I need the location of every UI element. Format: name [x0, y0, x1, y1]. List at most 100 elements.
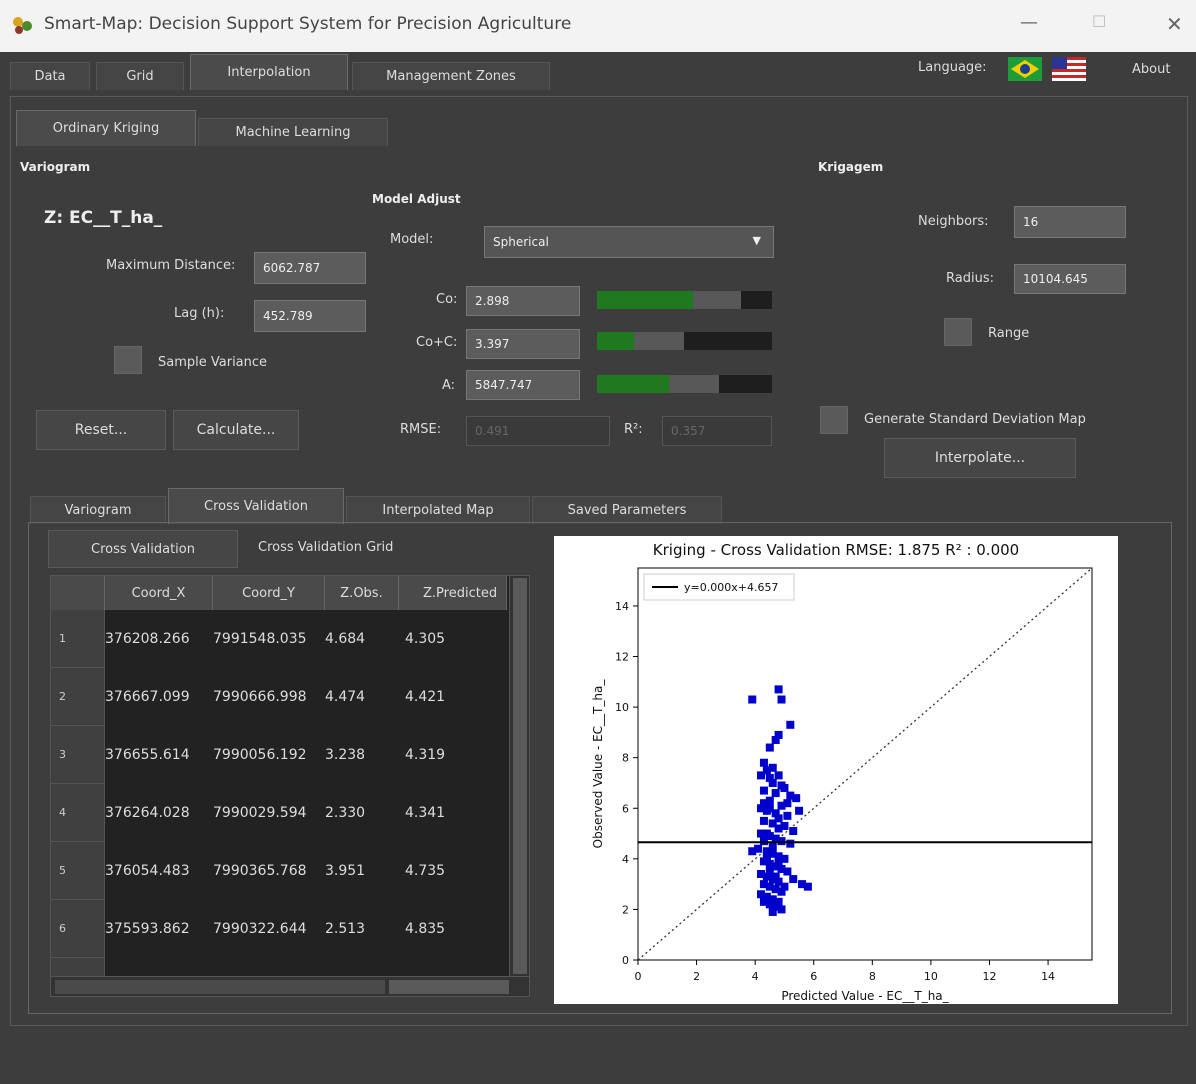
a-slider-handle[interactable] — [669, 375, 719, 393]
radius-input[interactable]: 10104.645 — [1014, 264, 1126, 294]
sample-variance-checkbox[interactable] — [114, 346, 142, 374]
table-cell[interactable]: 3.238 — [325, 726, 399, 784]
table-row[interactable]: 3 376655.614 7990056.192 3.238 4.319 — [51, 726, 507, 784]
data-point — [759, 816, 768, 825]
maximize-icon[interactable]: ☐ — [1092, 12, 1106, 31]
app-logo-icon — [13, 17, 32, 34]
coc-input[interactable]: 3.397 — [466, 329, 580, 359]
brazil-flag-icon[interactable] — [1008, 57, 1042, 81]
row-number[interactable]: 5 — [51, 842, 105, 900]
table-row[interactable]: 4 376264.028 7990029.594 2.330 4.341 — [51, 784, 507, 842]
x-tick-label: 10 — [924, 970, 938, 983]
table-cell[interactable]: 3.951 — [325, 842, 399, 900]
table-cell[interactable]: 376054.483 — [105, 842, 213, 900]
table-cell[interactable]: 7990322.644 — [213, 900, 325, 958]
co-slider[interactable] — [597, 291, 772, 309]
table-cell[interactable]: 376208.266 — [105, 610, 213, 668]
col-header-z-obs[interactable]: Z.Obs. — [325, 576, 399, 610]
data-point — [783, 811, 792, 820]
col-header-coord-x[interactable]: Coord_X — [105, 576, 213, 610]
tab-interpolation[interactable]: Interpolation — [190, 54, 348, 90]
col-header-coord-y[interactable]: Coord_Y — [213, 576, 325, 610]
tab-data[interactable]: Data — [10, 62, 90, 90]
std-dev-map-checkbox[interactable] — [820, 406, 848, 434]
co-label: Co: — [436, 292, 458, 307]
table-cell[interactable]: 4.735 — [399, 842, 507, 900]
table-cell[interactable]: 4.319 — [399, 726, 507, 784]
table-cell[interactable]: 4.684 — [325, 610, 399, 668]
chart-title: Kriging - Cross Validation RMSE: 1.875 R… — [653, 541, 1019, 559]
data-point — [774, 814, 783, 823]
table-cell[interactable]: 7990029.594 — [213, 784, 325, 842]
coc-slider[interactable] — [597, 332, 772, 350]
y-tick-label: 2 — [622, 903, 629, 916]
table-cell[interactable]: 376655.614 — [105, 726, 213, 784]
row-number[interactable]: 3 — [51, 726, 105, 784]
table-cell[interactable]: 2.513 — [325, 900, 399, 958]
vertical-scrollbar[interactable] — [509, 576, 529, 976]
row-number[interactable]: 1 — [51, 610, 105, 668]
table-cell[interactable]: 4.474 — [325, 668, 399, 726]
reset-button[interactable]: Reset... — [36, 410, 166, 450]
row-number[interactable]: 4 — [51, 784, 105, 842]
table-cell[interactable]: 4.341 — [399, 784, 507, 842]
table-row[interactable]: 5 376054.483 7990365.768 3.951 4.735 — [51, 842, 507, 900]
row-number[interactable]: 2 — [51, 668, 105, 726]
table-cell[interactable]: 376667.099 — [105, 668, 213, 726]
about-link[interactable]: About — [1132, 62, 1170, 77]
table-cell[interactable]: 4.421 — [399, 668, 507, 726]
table-row[interactable]: 1 376208.266 7991548.035 4.684 4.305 — [51, 610, 507, 668]
max-distance-input[interactable]: 6062.787 — [254, 252, 366, 284]
horizontal-scrollbar[interactable] — [51, 976, 529, 996]
close-icon[interactable]: ✕ — [1166, 12, 1183, 36]
data-point — [771, 789, 780, 798]
table-row[interactable]: 2 376667.099 7990666.998 4.474 4.421 — [51, 668, 507, 726]
a-slider[interactable] — [597, 375, 772, 393]
row-number[interactable]: 6 — [51, 900, 105, 958]
table-cell[interactable]: 375593.862 — [105, 900, 213, 958]
cross-validation-grid-label[interactable]: Cross Validation Grid — [258, 540, 393, 555]
variable-label: Z: EC__T_ha_ — [44, 208, 163, 228]
coc-slider-fill — [597, 332, 634, 350]
table-cell[interactable]: 7990365.768 — [213, 842, 325, 900]
identity-line — [637, 567, 1093, 961]
co-slider-handle[interactable] — [693, 291, 741, 309]
range-label: Range — [988, 326, 1030, 341]
minimize-icon[interactable]: — — [1020, 12, 1038, 33]
calculate-button[interactable]: Calculate... — [173, 410, 299, 450]
coc-slider-handle[interactable] — [634, 332, 684, 350]
table-cell[interactable]: 4.305 — [399, 610, 507, 668]
horizontal-scrollbar-thumb[interactable] — [389, 980, 509, 994]
cross-validation-button[interactable]: Cross Validation — [48, 530, 238, 568]
range-checkbox[interactable] — [944, 318, 972, 346]
co-input[interactable]: 2.898 — [466, 286, 580, 316]
table-cell[interactable]: 2.330 — [325, 784, 399, 842]
tab-grid[interactable]: Grid — [96, 62, 184, 90]
tab-saved-parameters[interactable]: Saved Parameters — [532, 496, 722, 524]
rmse-output: 0.491 — [466, 416, 610, 446]
tab-management-zones[interactable]: Management Zones — [352, 62, 550, 90]
lag-input[interactable]: 452.789 — [254, 300, 366, 332]
model-select[interactable]: Spherical ▼ — [484, 226, 774, 258]
tab-cross-validation[interactable]: Cross Validation — [168, 488, 344, 524]
col-header-z-predicted[interactable]: Z.Predicted — [399, 576, 507, 610]
table-row[interactable]: 6 375593.862 7990322.644 2.513 4.835 — [51, 900, 507, 958]
table-cell[interactable]: 376264.028 — [105, 784, 213, 842]
tab-machine-learning[interactable]: Machine Learning — [198, 118, 388, 146]
cross-validation-table[interactable]: Coord_X Coord_Y Z.Obs. Z.Predicted 1 3762… — [50, 575, 530, 997]
a-input[interactable]: 5847.747 — [466, 370, 580, 400]
x-axis-label: Predicted Value - EC__T_ha_ — [781, 989, 949, 1003]
tab-interpolated-map[interactable]: Interpolated Map — [346, 496, 530, 524]
interpolate-button[interactable]: Interpolate... — [884, 438, 1076, 478]
tab-variogram[interactable]: Variogram — [30, 496, 166, 524]
tab-ordinary-kriging[interactable]: Ordinary Kriging — [16, 110, 196, 146]
table-cell[interactable]: 4.835 — [399, 900, 507, 958]
table-cell[interactable]: 7990056.192 — [213, 726, 325, 784]
table-cell[interactable]: 7991548.035 — [213, 610, 325, 668]
usa-flag-icon[interactable] — [1052, 57, 1086, 81]
data-point — [748, 847, 757, 856]
neighbors-input[interactable]: 16 — [1014, 206, 1126, 238]
table-cell[interactable]: 7990666.998 — [213, 668, 325, 726]
vertical-scrollbar-thumb[interactable] — [513, 578, 527, 974]
data-point — [759, 786, 768, 795]
